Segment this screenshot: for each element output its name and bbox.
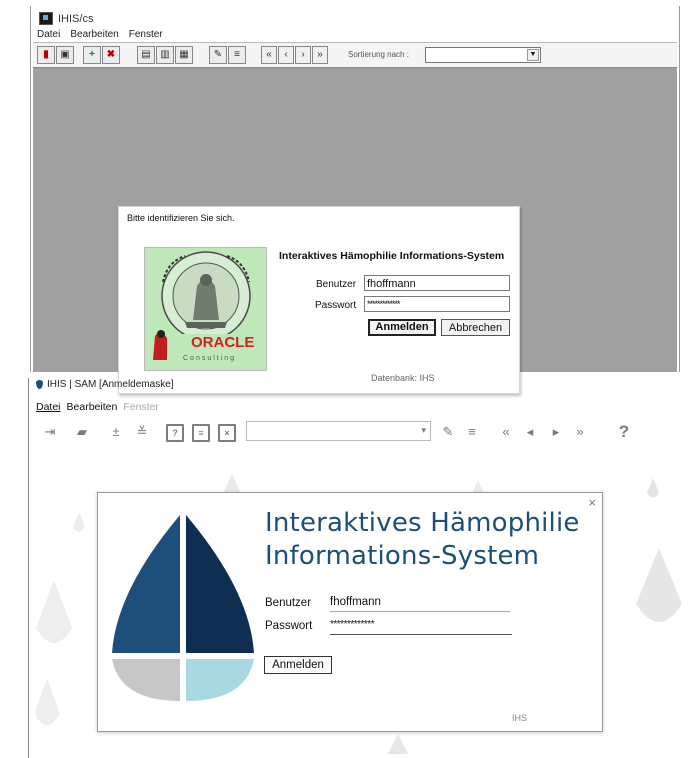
drop-logo-icon <box>36 380 43 389</box>
watermark-drop-icon <box>73 512 85 532</box>
ihis-logo <box>112 515 254 701</box>
list-icon[interactable]: ≡ <box>228 46 246 64</box>
watermark-drop-icon <box>647 478 659 498</box>
password-label: Passwort <box>265 620 313 632</box>
first-record-icon[interactable]: « <box>498 424 514 440</box>
exit-icon[interactable]: ⇥ <box>42 424 58 440</box>
database-label: IHS <box>512 713 528 723</box>
new-login-dialog: × Interaktives Hämophilie Informations-S… <box>97 492 603 732</box>
svg-text:Consulting: Consulting <box>183 355 236 362</box>
cancel-button[interactable]: Abbrechen <box>441 319 510 336</box>
menu-bearbeiten[interactable]: Bearbeiten <box>70 29 118 40</box>
query-cancel-icon[interactable]: × <box>218 424 236 442</box>
login-button[interactable]: Anmelden <box>368 319 436 336</box>
login-prompt: Bitte identifizieren Sie sich. <box>127 213 235 223</box>
dialog-heading: Interaktives Hämophilie Informations-Sys… <box>279 250 505 262</box>
new-title-bar: IHIS | SAM [Anmeldemaske] <box>36 379 174 390</box>
last-record-icon[interactable]: » <box>312 46 328 64</box>
edit-icon[interactable]: ✎ <box>209 46 227 64</box>
svg-text:ORACLE: ORACLE <box>191 334 254 351</box>
database-label: Datenbank: IHS <box>371 373 435 383</box>
username-label: Benutzer <box>316 279 357 290</box>
heading-line-1: Interaktives Hämophilie <box>265 508 580 538</box>
chevron-down-icon[interactable]: ▼ <box>527 49 539 61</box>
sort-select[interactable]: ▾ <box>246 421 431 441</box>
watermark-drop-icon <box>636 548 682 622</box>
window-border <box>28 378 29 758</box>
legacy-menu-bar: Datei Bearbeiten Fenster <box>37 29 163 40</box>
menu-datei[interactable]: Datei <box>37 29 60 40</box>
heading-line-2: Informations-System <box>265 541 540 571</box>
username-label: Benutzer <box>265 597 312 609</box>
insert-record-icon[interactable]: ± <box>108 424 124 440</box>
legacy-app-window: IHIS/cs Datei Bearbeiten Fenster ▮ ▣ + ✖… <box>30 6 680 394</box>
save-icon[interactable]: ▰ <box>74 424 90 440</box>
username-field[interactable]: fhoffmann <box>330 593 510 612</box>
query-enter-icon[interactable]: ▤ <box>137 46 155 64</box>
first-record-icon[interactable]: « <box>261 46 277 64</box>
menu-fenster[interactable]: Fenster <box>129 29 163 40</box>
sort-select[interactable]: ▼ <box>425 47 541 63</box>
legacy-window-title: IHIS/cs <box>58 12 94 25</box>
next-record-icon[interactable]: ▸ <box>548 424 564 440</box>
sort-label: Sortierung nach : <box>348 50 409 59</box>
insert-record-icon[interactable]: + <box>83 46 101 64</box>
edit-icon[interactable]: ✎ <box>440 424 456 440</box>
legacy-title-bar: IHIS/cs <box>39 12 93 25</box>
password-field[interactable]: ************* <box>330 616 512 635</box>
query-cancel-icon[interactable]: ▦ <box>175 46 193 64</box>
dialog-heading: Interaktives Hämophilie Informations-Sys… <box>265 507 595 573</box>
password-label: Passwort <box>315 300 357 311</box>
next-record-icon[interactable]: › <box>295 46 311 64</box>
exit-icon[interactable]: ▮ <box>37 46 55 64</box>
new-toolbar: ⇥ ▰ ± ≚ ? ≡ × ▾ ✎ ≡ « ◂ ▸ » ? <box>36 420 656 446</box>
query-execute-icon[interactable]: ▥ <box>156 46 174 64</box>
watermark-drop-icon <box>36 678 60 725</box>
menu-bearbeiten[interactable]: Bearbeiten <box>67 401 118 413</box>
query-enter-icon[interactable]: ? <box>166 424 184 442</box>
new-window-title: IHIS | SAM [Anmeldemaske] <box>47 379 174 390</box>
password-field[interactable]: ************* <box>364 296 510 312</box>
legacy-toolbar: ▮ ▣ + ✖ ▤ ▥ ▦ ✎ ≡ « ‹ › » Sortierung nac… <box>33 42 677 68</box>
chevron-down-icon[interactable]: ▾ <box>421 425 426 436</box>
app-icon <box>39 12 53 25</box>
watermark-drop-icon <box>388 734 408 754</box>
last-record-icon[interactable]: » <box>572 424 588 440</box>
list-icon[interactable]: ≡ <box>464 424 480 440</box>
legacy-login-dialog: Bitte identifizieren Sie sich. ORACLE Co… <box>118 206 520 394</box>
save-icon[interactable]: ▣ <box>56 46 74 64</box>
legacy-workspace: Bitte identifizieren Sie sich. ORACLE Co… <box>33 68 677 394</box>
login-button[interactable]: Anmelden <box>264 656 332 674</box>
faculty-seal-oracle-logo: ORACLE Consulting <box>144 247 267 371</box>
username-field[interactable]: fhoffmann <box>364 275 510 291</box>
delete-record-icon[interactable]: ✖ <box>102 46 120 64</box>
menu-datei[interactable]: Datei <box>36 401 61 413</box>
menu-fenster[interactable]: Fenster <box>123 401 159 413</box>
new-menu-bar: Datei Bearbeiten Fenster <box>36 401 159 413</box>
previous-record-icon[interactable]: ◂ <box>522 424 538 440</box>
watermark-drop-icon <box>36 580 72 643</box>
help-icon[interactable]: ? <box>616 423 632 440</box>
delete-record-icon[interactable]: ≚ <box>134 424 150 440</box>
query-execute-icon[interactable]: ≡ <box>192 424 210 442</box>
previous-record-icon[interactable]: ‹ <box>278 46 294 64</box>
